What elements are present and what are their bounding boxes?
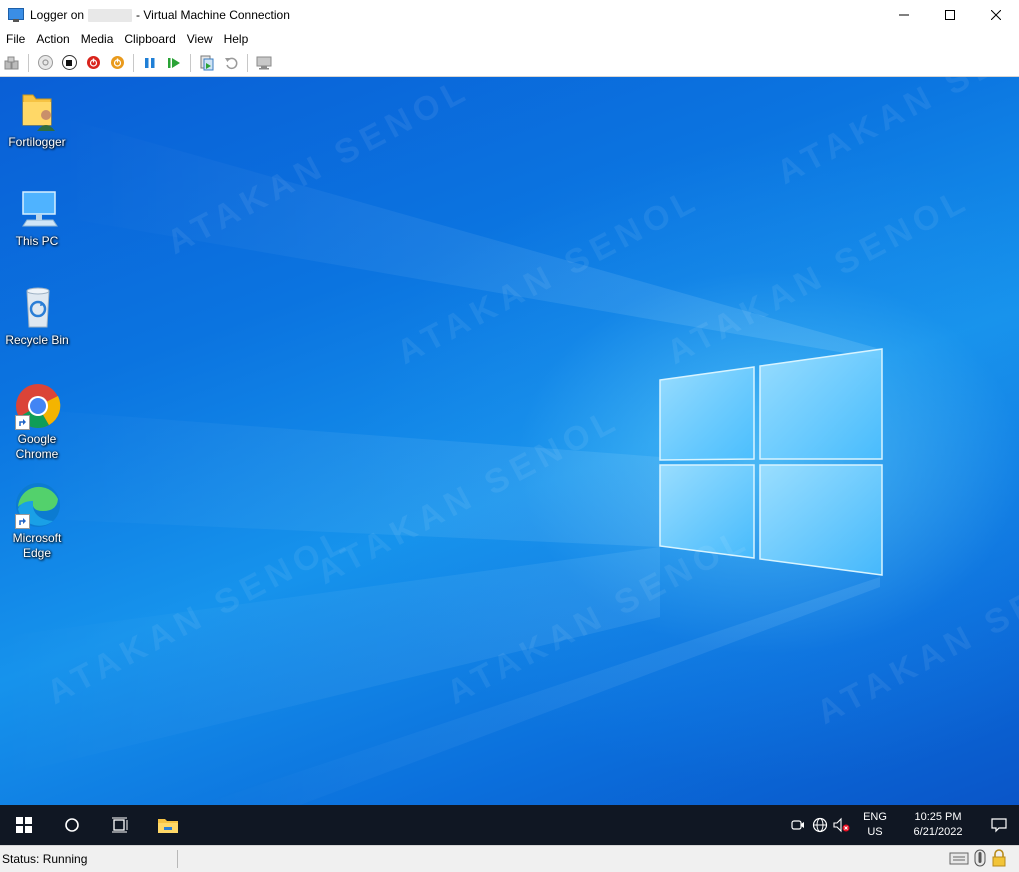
save-state-icon	[110, 56, 124, 69]
revert-icon	[225, 57, 238, 69]
taskbar: ENG US 10:25 PM 6/21/2022	[0, 805, 1019, 845]
start-button[interactable]	[35, 53, 55, 73]
notification-icon	[991, 818, 1007, 833]
title-prefix: Logger on	[30, 8, 85, 22]
toolbar	[0, 49, 1019, 77]
desktop-icon-fortilogger[interactable]: Fortilogger	[0, 85, 74, 150]
checkpoint-button[interactable]	[197, 53, 217, 73]
task-view-button[interactable]	[96, 805, 144, 845]
clock-time: 10:25 PM	[914, 811, 962, 823]
status-bar: Status: Running	[0, 845, 1019, 872]
save-state-button[interactable]	[107, 53, 127, 73]
menu-media[interactable]: Media	[77, 30, 118, 49]
computer-icon	[13, 184, 61, 232]
search-button[interactable]	[48, 805, 96, 845]
windows-start-icon	[16, 817, 32, 833]
window-title: Logger on - Virtual Machine Connection	[30, 8, 290, 22]
clock-date: 6/21/2022	[913, 826, 963, 838]
ctrl-alt-del-button[interactable]	[2, 53, 22, 73]
globe-network-icon	[812, 817, 828, 833]
close-icon	[991, 10, 1001, 20]
system-tray: ENG US 10:25 PM 6/21/2022	[787, 805, 1019, 845]
desktop-icon-label: Google Chrome	[15, 432, 59, 461]
volume-button[interactable]	[831, 805, 853, 845]
desktop-icon-label: This PC	[15, 234, 59, 248]
start-menu-button[interactable]	[0, 805, 48, 845]
menu-view[interactable]: View	[183, 30, 217, 49]
shortcut-arrow-icon	[15, 415, 30, 430]
shortcut-arrow-icon	[15, 514, 30, 529]
status-separator	[177, 850, 178, 868]
menu-clipboard[interactable]: Clipboard	[120, 30, 179, 49]
title-suffix: - Virtual Machine Connection	[136, 8, 290, 22]
task-view-icon	[112, 817, 128, 833]
vm-status: Status: Running	[2, 852, 88, 866]
pause-button[interactable]	[140, 53, 160, 73]
folder-user-icon	[13, 85, 61, 133]
desktop-icon-label: Microsoft Edge	[12, 531, 62, 560]
desktop-icon-label: Fortilogger	[8, 135, 66, 149]
minimize-icon	[899, 14, 909, 16]
search-circle-icon	[65, 818, 79, 832]
reset-button[interactable]	[164, 53, 184, 73]
chrome-icon	[13, 382, 61, 430]
vm-desktop[interactable]: ATAKAN SENOL ATAKAN SENOL ATAKAN SENOL A…	[0, 77, 1019, 805]
minimize-button[interactable]	[881, 0, 927, 30]
ctrl-alt-del-icon	[4, 56, 19, 69]
taskbar-clock[interactable]: 10:25 PM 6/21/2022	[903, 810, 973, 840]
toolbar-separator	[190, 53, 191, 72]
file-explorer-icon	[158, 819, 178, 833]
shutdown-icon	[86, 56, 100, 69]
maximize-button[interactable]	[927, 0, 973, 30]
edge-icon	[13, 481, 61, 529]
enhanced-session-icon	[256, 56, 272, 69]
start-icon	[37, 55, 53, 70]
mouse-icon	[974, 849, 986, 867]
menu-help[interactable]: Help	[220, 30, 253, 49]
enhanced-session-button[interactable]	[254, 53, 274, 73]
shutdown-button[interactable]	[83, 53, 103, 73]
meet-now-button[interactable]	[787, 805, 809, 845]
toolbar-separator	[28, 53, 29, 72]
desktop-icon-google-chrome[interactable]: Google Chrome	[0, 382, 74, 462]
turn-off-button[interactable]	[59, 53, 79, 73]
desktop-icon-this-pc[interactable]: This PC	[0, 184, 74, 249]
pause-icon	[145, 57, 155, 68]
toolbar-separator	[247, 53, 248, 72]
close-button[interactable]	[973, 0, 1019, 30]
title-bar[interactable]: Logger on - Virtual Machine Connection	[0, 0, 1019, 30]
meet-now-icon	[791, 820, 804, 830]
keyboard-icon	[949, 852, 969, 865]
menu-action[interactable]: Action	[32, 30, 73, 49]
windows-logo	[659, 348, 883, 576]
recycle-bin-icon	[13, 283, 61, 331]
redacted-host	[88, 8, 133, 22]
desktop-icon-label: Recycle Bin	[5, 333, 69, 347]
windows-wallpaper	[0, 117, 883, 805]
input-language-indicator[interactable]: ENG US	[857, 810, 893, 840]
file-explorer-button[interactable]	[144, 805, 192, 845]
menu-bar: File Action Media Clipboard View Help	[0, 30, 255, 49]
vm-connection-icon	[8, 7, 24, 23]
maximize-icon	[945, 10, 955, 20]
network-button[interactable]	[809, 805, 831, 845]
lock-icon	[992, 849, 1006, 867]
turn-off-icon	[61, 55, 77, 70]
revert-button[interactable]	[221, 53, 241, 73]
desktop-icon-recycle-bin[interactable]: Recycle Bin	[0, 283, 74, 348]
reset-icon	[168, 57, 180, 68]
menu-file[interactable]: File	[2, 30, 29, 49]
action-center-button[interactable]	[979, 805, 1019, 845]
toolbar-separator	[133, 53, 134, 72]
volume-muted-icon	[833, 817, 850, 833]
desktop-icon-microsoft-edge[interactable]: Microsoft Edge	[0, 481, 74, 561]
checkpoint-icon	[200, 55, 214, 70]
